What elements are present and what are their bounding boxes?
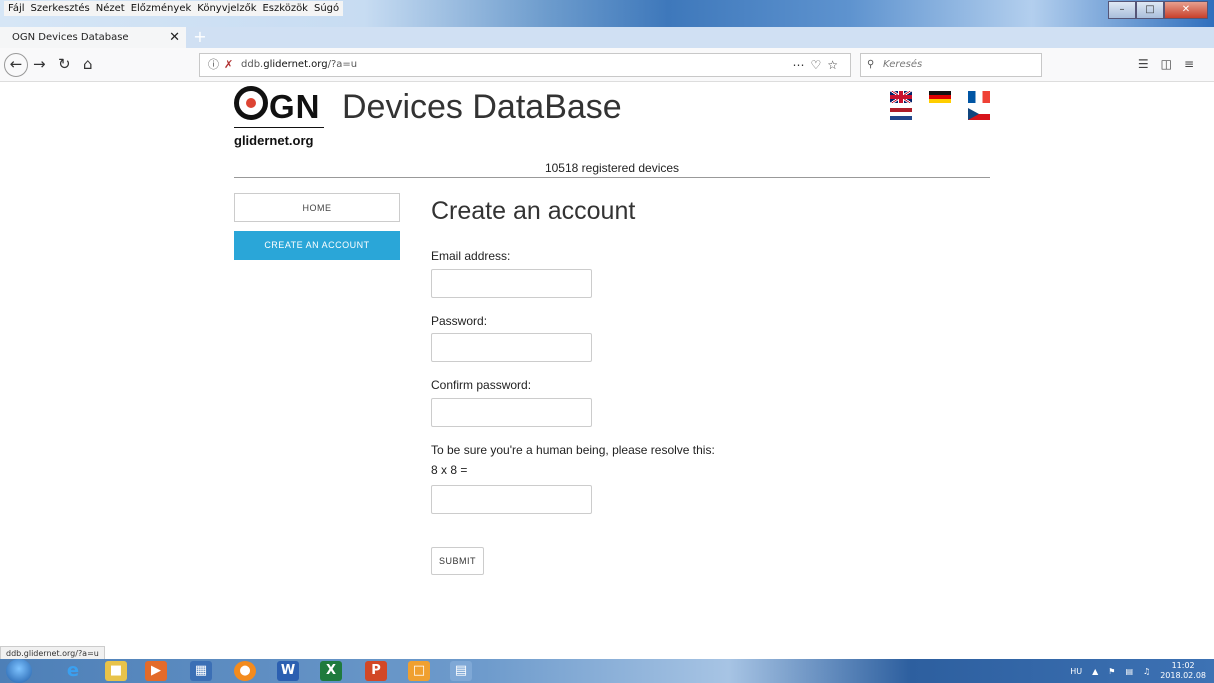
toolbar-icons[interactable]: ☰◫≡ bbox=[1138, 57, 1206, 71]
volume-icon[interactable]: ♫ bbox=[1143, 667, 1150, 676]
reload-icon[interactable]: ↻ bbox=[58, 53, 71, 75]
network-icon[interactable]: ▤ bbox=[1125, 667, 1133, 676]
menu-edit[interactable]: Szerkesztés bbox=[31, 1, 90, 16]
menu-bar: Fájl Szerkesztés Nézet Előzmények Könyvj… bbox=[4, 1, 344, 16]
registered-devices-count: 10518 registered devices bbox=[544, 161, 680, 175]
system-tray: HU ▲ ⚑ ▤ ♫ 11:02 2018.02.08 bbox=[1070, 659, 1206, 683]
language-flags bbox=[890, 91, 990, 125]
search-icon: ⚲ bbox=[867, 59, 875, 70]
media-player-icon[interactable]: ▶ bbox=[145, 661, 167, 681]
back-icon[interactable]: ← bbox=[4, 53, 28, 77]
search-input[interactable]: ⚲ Keresés bbox=[860, 53, 1042, 77]
menu-help[interactable]: Súgó bbox=[314, 1, 339, 16]
window-title-bar: Fájl Szerkesztés Nézet Előzmények Könyvj… bbox=[0, 0, 1214, 27]
minimize-icon[interactable]: – bbox=[1108, 1, 1136, 19]
logo-subtitle: glidernet.org bbox=[234, 133, 314, 148]
document-app-icon[interactable]: ▤ bbox=[450, 661, 472, 681]
tab-title: OGN Devices Database bbox=[12, 32, 129, 43]
address-bar[interactable]: ⓘ ✗ ddb.glidernet.org/?a=u ⋯♡☆ bbox=[199, 53, 851, 77]
flag-french-icon[interactable] bbox=[968, 91, 990, 103]
captcha-field[interactable] bbox=[431, 485, 592, 514]
new-tab-icon[interactable]: + bbox=[192, 28, 208, 46]
language-indicator[interactable]: HU bbox=[1070, 667, 1082, 676]
password-label: Password: bbox=[431, 314, 488, 328]
powerpoint-icon[interactable]: P bbox=[365, 661, 387, 681]
navigation-bar: ← → ↻ ⌂ ⓘ ✗ ddb.glidernet.org/?a=u ⋯♡☆ ⚲… bbox=[0, 48, 1214, 82]
glider-icon bbox=[234, 127, 324, 128]
submit-button[interactable]: SUBMIT bbox=[431, 547, 484, 575]
tab-close-icon[interactable]: ✕ bbox=[169, 27, 180, 48]
menu-bookmarks[interactable]: Könyvjelzők bbox=[197, 1, 256, 16]
page-title: Create an account bbox=[431, 197, 636, 225]
email-field[interactable] bbox=[431, 269, 592, 298]
home-icon[interactable]: ⌂ bbox=[83, 53, 93, 75]
flag-german-icon[interactable] bbox=[929, 91, 951, 103]
insecure-lock-icon[interactable]: ✗ bbox=[224, 54, 233, 76]
info-icon[interactable]: ⓘ bbox=[208, 54, 219, 76]
flag-english-icon[interactable] bbox=[890, 91, 912, 103]
close-window-icon[interactable]: ✕ bbox=[1164, 1, 1208, 19]
tab-ogn-devices[interactable]: OGN Devices Database ✕ bbox=[0, 27, 186, 48]
flag-dutch-icon[interactable] bbox=[890, 108, 912, 120]
url-text: ddb.glidernet.org/?a=u bbox=[241, 59, 358, 70]
maximize-icon[interactable]: □ bbox=[1136, 1, 1164, 19]
flag-tray-icon[interactable]: ⚑ bbox=[1108, 667, 1115, 676]
menu-history[interactable]: Előzmények bbox=[131, 1, 192, 16]
confirm-password-field[interactable] bbox=[431, 398, 592, 427]
home-button[interactable]: HOME bbox=[234, 193, 400, 222]
menu-view[interactable]: Nézet bbox=[96, 1, 125, 16]
password-field[interactable] bbox=[431, 333, 592, 362]
presentation-app-icon[interactable]: □ bbox=[408, 661, 430, 681]
ogn-logo-o-icon bbox=[234, 86, 268, 120]
excel-icon[interactable]: X bbox=[320, 661, 342, 681]
start-button[interactable] bbox=[6, 659, 32, 683]
file-explorer-icon[interactable]: ■ bbox=[105, 661, 127, 681]
show-hidden-icons-icon[interactable]: ▲ bbox=[1092, 667, 1098, 676]
flag-czech-icon[interactable] bbox=[968, 108, 990, 120]
ogn-logo[interactable]: GN glidernet.org bbox=[234, 86, 324, 148]
menu-tools[interactable]: Eszközök bbox=[262, 1, 308, 16]
site-title: Devices DataBase bbox=[342, 88, 622, 126]
captcha-question: 8 x 8 = bbox=[431, 463, 468, 477]
internet-explorer-icon[interactable]: e bbox=[62, 661, 84, 681]
confirm-password-label: Confirm password: bbox=[431, 378, 532, 392]
network-app-icon[interactable]: ▦ bbox=[190, 661, 212, 681]
create-account-button[interactable]: CREATE AN ACCOUNT bbox=[234, 231, 400, 260]
page-actions-icon[interactable]: ⋯♡☆ bbox=[792, 54, 844, 76]
forward-icon[interactable]: → bbox=[33, 53, 46, 75]
firefox-icon[interactable]: ● bbox=[234, 661, 256, 681]
menu-file[interactable]: Fájl bbox=[8, 1, 25, 16]
windows-taskbar: e ■ ▶ ▦ ● W X P □ ▤ HU ▲ ⚑ ▤ ♫ 11:02 201… bbox=[0, 659, 1214, 683]
header-divider bbox=[234, 177, 990, 178]
word-icon[interactable]: W bbox=[277, 661, 299, 681]
clock[interactable]: 11:02 2018.02.08 bbox=[1160, 661, 1206, 681]
email-label: Email address: bbox=[431, 249, 511, 263]
captcha-prompt: To be sure you're a human being, please … bbox=[431, 443, 715, 457]
tab-strip: OGN Devices Database ✕ + bbox=[0, 27, 1214, 48]
